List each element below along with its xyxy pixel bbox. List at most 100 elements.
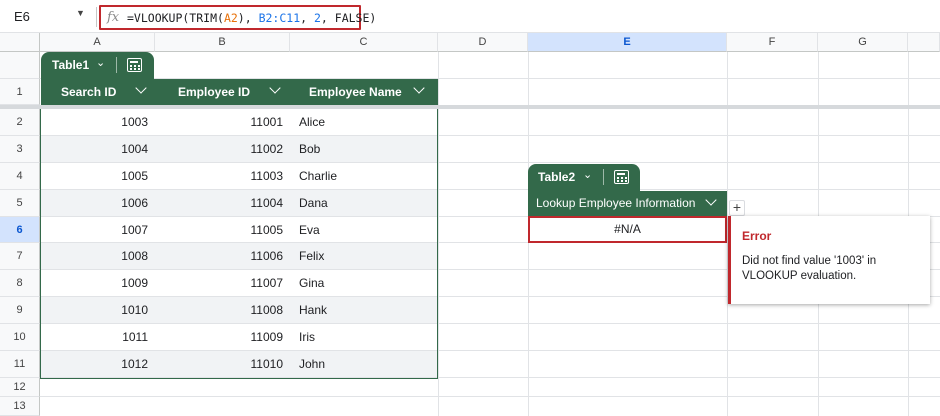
table-row: 1008 11006 Felix <box>41 243 437 269</box>
cell-employee-name[interactable]: Charlie <box>299 163 337 189</box>
table1-header-row: Search ID Employee ID Employee Name <box>41 79 438 105</box>
cell-employee-name[interactable]: John <box>299 351 325 377</box>
calculator-icon[interactable] <box>127 58 142 72</box>
cell-search-id[interactable]: 1006 <box>41 190 148 216</box>
cell-employee-id[interactable]: 11005 <box>155 217 283 243</box>
formula-ref-range: B2:C11 <box>258 11 301 25</box>
table2-header-row: Lookup Employee Information <box>528 191 727 216</box>
chevron-down-icon[interactable] <box>269 82 281 94</box>
column-header-d[interactable]: D <box>438 33 528 52</box>
cell-employee-name[interactable]: Alice <box>299 109 325 135</box>
table-row: 1004 11002 Bob <box>41 136 437 162</box>
cell-employee-id[interactable]: 11001 <box>155 109 283 135</box>
cell-search-id[interactable]: 1010 <box>41 297 148 323</box>
row-header-blank <box>0 52 40 79</box>
row-header-6[interactable]: 6 <box>0 217 40 243</box>
formula-bar: E6 ▼ fx =VLOOKUP(TRIM(A2), B2:C11, 2, FA… <box>0 0 940 33</box>
cell-search-id[interactable]: 1005 <box>41 163 148 189</box>
error-message: Did not find value '1003' in VLOOKUP eva… <box>742 255 877 282</box>
cell-search-id[interactable]: 1012 <box>41 351 148 377</box>
header-employee-id[interactable]: Employee ID <box>178 79 250 105</box>
column-header-e[interactable]: E <box>528 33 727 52</box>
table-row: 1009 11007 Gina <box>41 270 437 296</box>
chevron-down-icon[interactable]: ⌄ <box>583 168 592 181</box>
column-header-a[interactable]: A <box>40 33 155 52</box>
table-row: 1012 11010 John <box>41 351 437 377</box>
table-row: 1003 11001 Alice <box>41 109 437 135</box>
cell-employee-name[interactable]: Dana <box>299 190 328 216</box>
tab-divider <box>603 169 604 185</box>
header-search-id[interactable]: Search ID <box>61 79 116 105</box>
cell-search-id[interactable]: 1008 <box>41 243 148 269</box>
row-header-13[interactable]: 13 <box>0 397 40 416</box>
table2-tab[interactable]: Table2 ⌄ <box>528 164 640 191</box>
cell-search-id[interactable]: 1011 <box>41 324 148 350</box>
name-box-dropdown-icon[interactable]: ▼ <box>76 8 85 18</box>
row-header-3[interactable]: 3 <box>0 136 40 163</box>
cell-employee-id[interactable]: 11009 <box>155 324 283 350</box>
row-header-7[interactable]: 7 <box>0 243 40 270</box>
formula-text[interactable]: =VLOOKUP(TRIM(A2), B2:C11, 2, FALSE) <box>127 11 376 25</box>
calculator-icon[interactable] <box>614 170 629 184</box>
cell-employee-name[interactable]: Hank <box>299 297 327 323</box>
cell-employee-name[interactable]: Iris <box>299 324 315 350</box>
row-header-5[interactable]: 5 <box>0 190 40 217</box>
cell-search-id[interactable]: 1003 <box>41 109 148 135</box>
row-header-1[interactable]: 1 <box>0 79 40 105</box>
cell-search-id[interactable]: 1004 <box>41 136 148 162</box>
chevron-down-icon[interactable] <box>135 82 147 94</box>
row-header-8[interactable]: 8 <box>0 270 40 297</box>
cell-employee-name[interactable]: Eva <box>299 217 320 243</box>
chevron-down-icon[interactable] <box>705 194 717 206</box>
formula-mid: ), <box>237 11 259 25</box>
cell-employee-id[interactable]: 11006 <box>155 243 283 269</box>
grid-line <box>40 377 940 378</box>
formula-input[interactable]: fx =VLOOKUP(TRIM(A2), B2:C11, 2, FALSE) <box>99 5 376 30</box>
column-header-b[interactable]: B <box>155 33 290 52</box>
table-row: 1005 11003 Charlie <box>41 163 437 189</box>
formula-tail: , FALSE) <box>320 11 377 25</box>
chevron-down-icon[interactable] <box>413 82 425 94</box>
table-row: 1010 11008 Hank <box>41 297 437 323</box>
active-cell-e6[interactable]: #N/A <box>528 216 727 243</box>
row-header-4[interactable]: 4 <box>0 163 40 190</box>
formula-col-index: 2 <box>313 11 321 25</box>
cell-employee-id[interactable]: 11010 <box>155 351 283 377</box>
cell-employee-name[interactable]: Felix <box>299 243 324 269</box>
formula-ref-a2: A2 <box>223 11 238 25</box>
cell-employee-id[interactable]: 11008 <box>155 297 283 323</box>
cell-search-id[interactable]: 1009 <box>41 270 148 296</box>
formula-bar-divider <box>96 7 97 27</box>
header-employee-name[interactable]: Employee Name <box>309 79 402 105</box>
chevron-down-icon[interactable]: ⌄ <box>96 56 105 69</box>
select-all-corner[interactable] <box>0 33 40 52</box>
table1-name: Table1 <box>52 58 90 72</box>
row-header-11[interactable]: 11 <box>0 351 40 378</box>
table-row: 1011 11009 Iris <box>41 324 437 350</box>
row-header-10[interactable]: 10 <box>0 324 40 351</box>
header-lookup-employee-information[interactable]: Lookup Employee Information <box>536 191 695 216</box>
column-header-h[interactable] <box>908 33 940 52</box>
column-header-g[interactable]: G <box>818 33 908 52</box>
grid-line <box>40 396 940 397</box>
add-column-button[interactable]: + <box>729 200 745 216</box>
row-header-12[interactable]: 12 <box>0 378 40 397</box>
cell-employee-name[interactable]: Bob <box>299 136 320 162</box>
cell-employee-id[interactable]: 11002 <box>155 136 283 162</box>
row-header-2[interactable]: 2 <box>0 109 40 136</box>
tab-divider <box>116 57 117 73</box>
row-header-9[interactable]: 9 <box>0 297 40 324</box>
column-header-c[interactable]: C <box>290 33 438 52</box>
column-header-f[interactable]: F <box>727 33 818 52</box>
cell-employee-id[interactable]: 11004 <box>155 190 283 216</box>
table2-name: Table2 <box>538 170 576 184</box>
cell-employee-name[interactable]: Gina <box>299 270 324 296</box>
formula-prefix: =VLOOKUP(TRIM( <box>127 11 224 25</box>
cell-employee-id[interactable]: 11003 <box>155 163 283 189</box>
fx-icon: fx <box>107 10 120 25</box>
cell-search-id[interactable]: 1007 <box>41 217 148 243</box>
error-popup: Error Did not find value '1003' in VLOOK… <box>728 216 930 304</box>
table-row: 1007 11005 Eva <box>41 217 437 243</box>
table1-tab[interactable]: Table1 ⌄ <box>41 52 154 79</box>
cell-employee-id[interactable]: 11007 <box>155 270 283 296</box>
